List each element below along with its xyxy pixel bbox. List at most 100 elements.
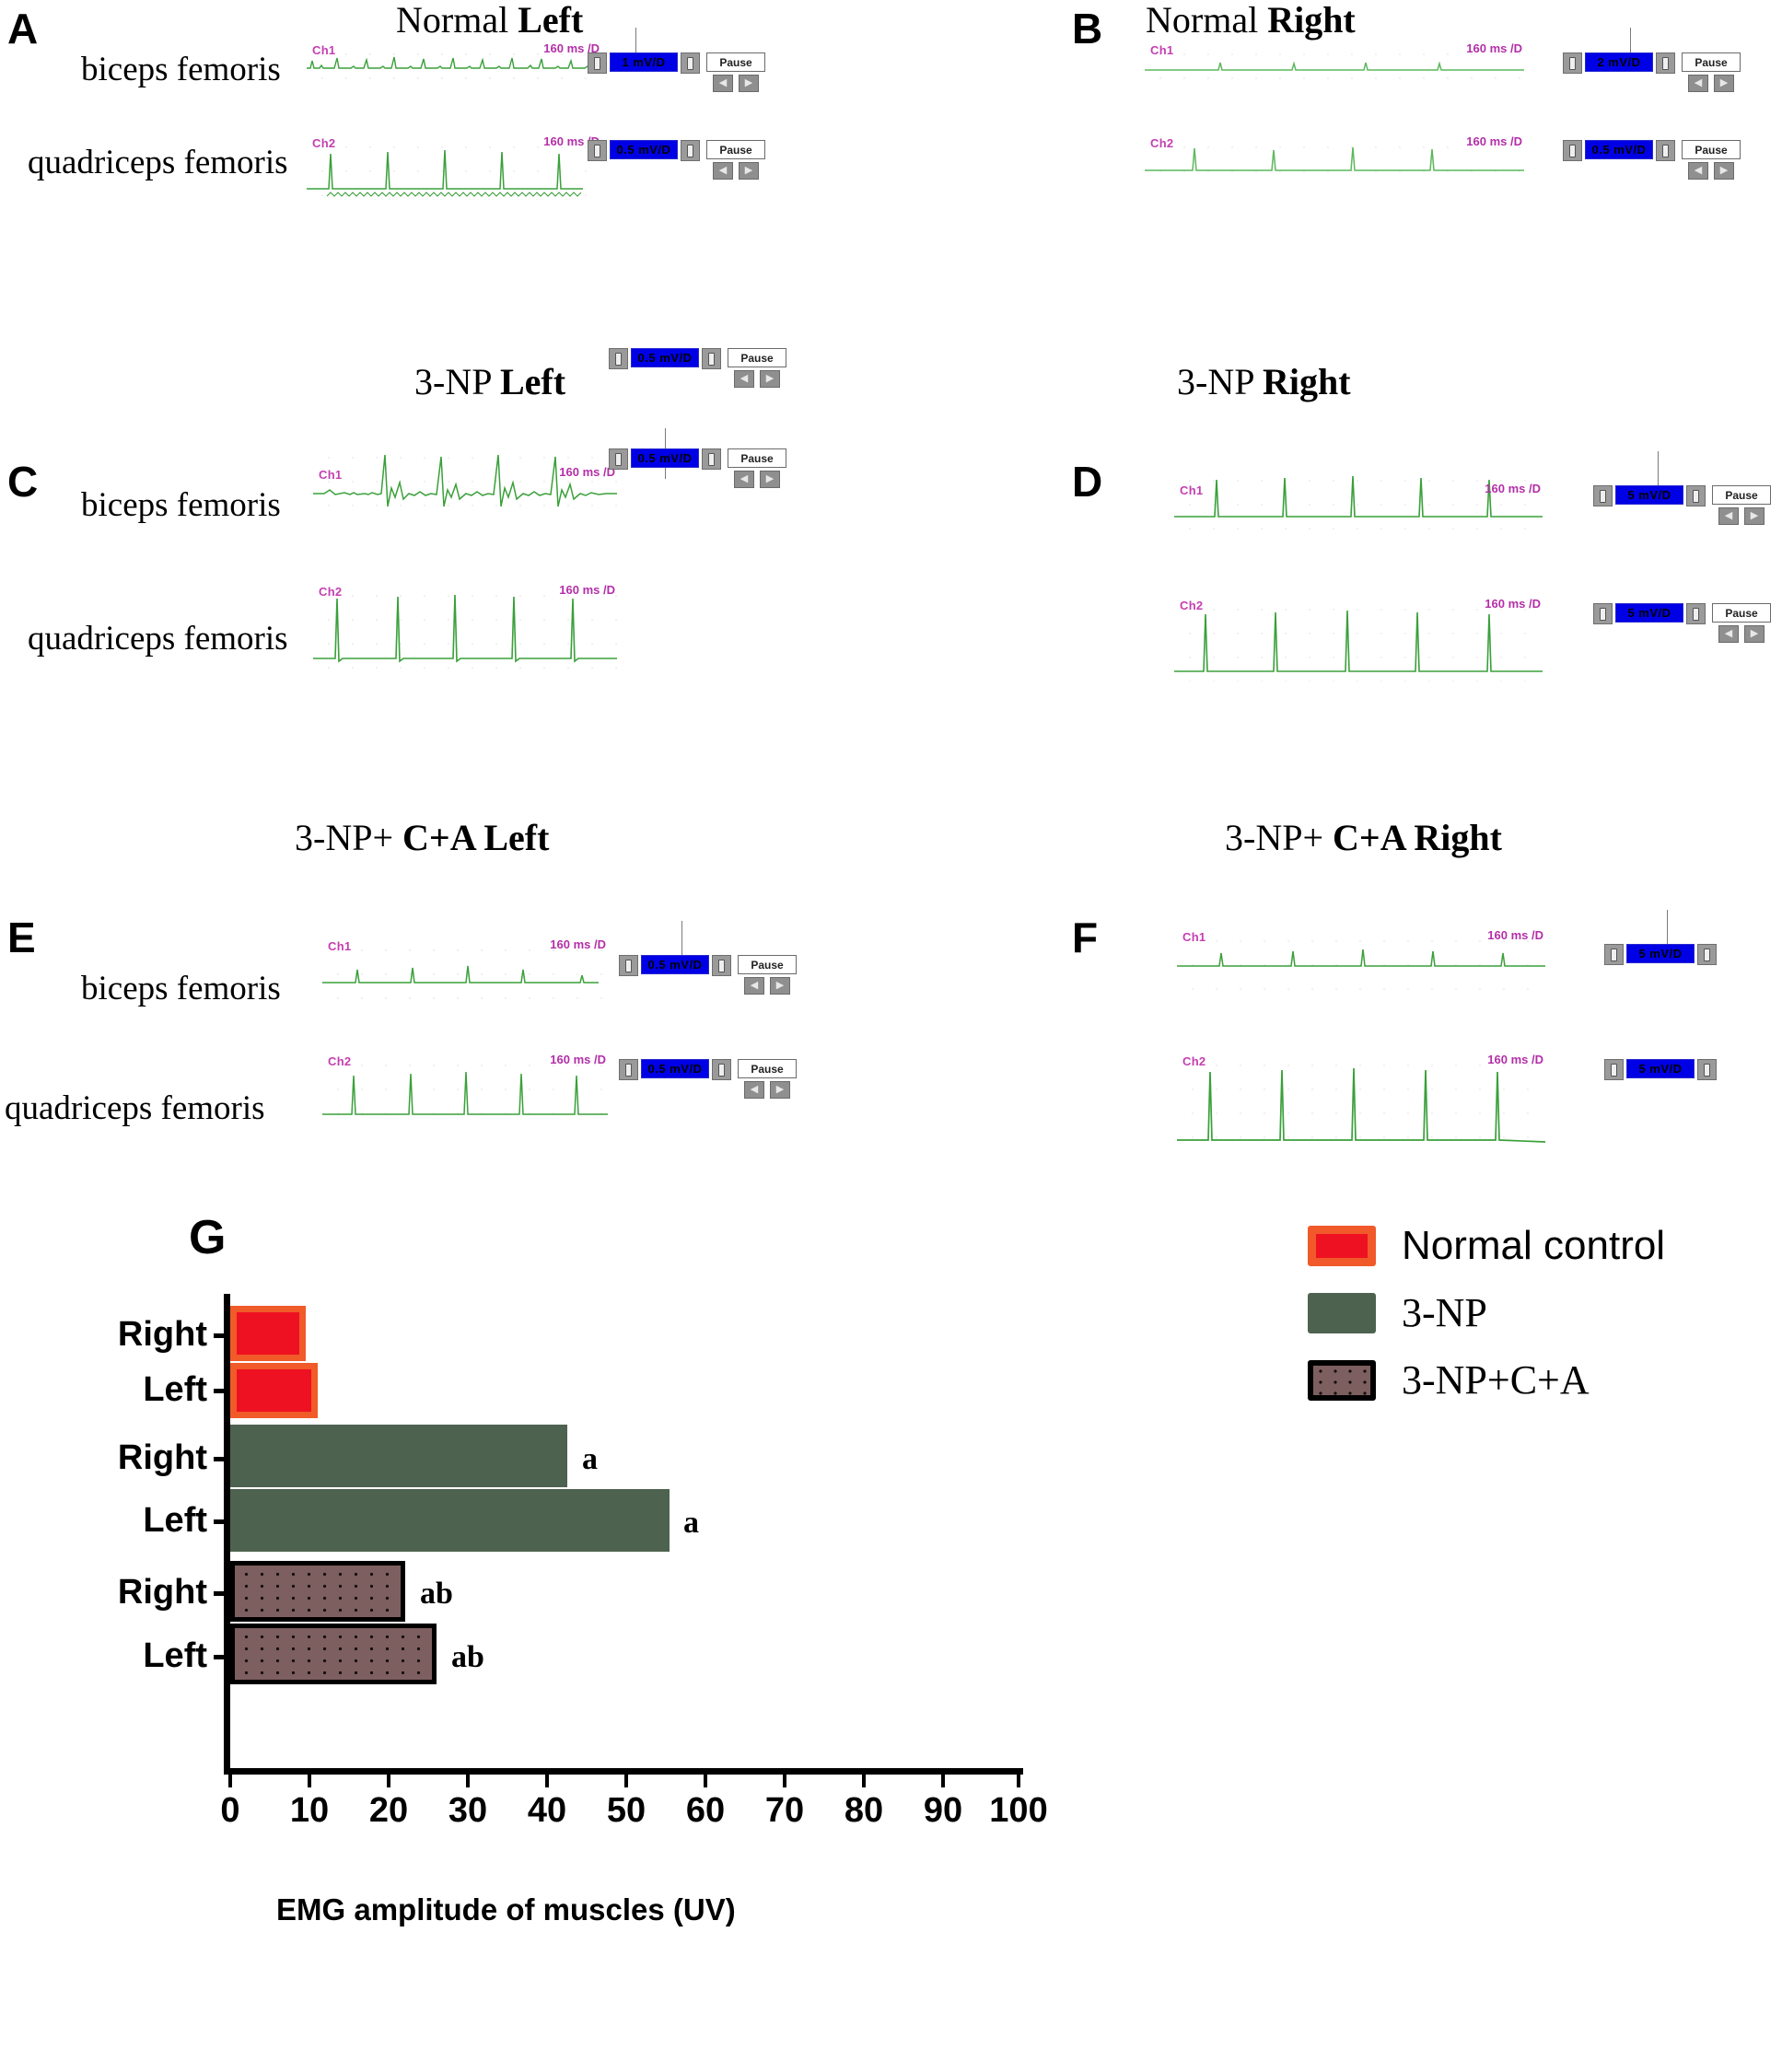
scroll-left-arrow-icon[interactable]: ◀ bbox=[744, 1081, 764, 1099]
gain-increase-button[interactable] bbox=[681, 52, 700, 74]
pause-button[interactable]: Pause bbox=[738, 955, 797, 974]
scroll-left-arrow-icon[interactable]: ◀ bbox=[734, 471, 754, 488]
x-tick-label: 30 bbox=[448, 1791, 488, 1830]
legend-item-3npca[interactable]: 3-NP+C+A bbox=[1308, 1356, 1665, 1403]
scroll-arrows[interactable]: ◀ ▶ bbox=[706, 162, 765, 180]
emg-trace-a-ch2: Ch2 160 ms /D bbox=[307, 132, 601, 201]
gain-decrease-button[interactable] bbox=[1563, 52, 1582, 74]
timebase-label: 160 ms /D bbox=[550, 937, 606, 951]
scroll-left-arrow-icon[interactable]: ◀ bbox=[1688, 75, 1708, 92]
scroll-arrows[interactable]: ◀ ▶ bbox=[728, 370, 786, 388]
emg-controls-a-ch2[interactable]: 0.5 mV/D Pause ◀ ▶ bbox=[588, 140, 765, 180]
legend-item-normal-control[interactable]: Normal control bbox=[1308, 1223, 1665, 1269]
gain-decrease-button[interactable] bbox=[1563, 140, 1582, 161]
scroll-left-arrow-icon[interactable]: ◀ bbox=[744, 977, 764, 995]
emg-controls-f-ch2[interactable]: 5 mV/D bbox=[1604, 1059, 1717, 1080]
scroll-right-arrow-icon[interactable]: ▶ bbox=[1744, 507, 1765, 525]
gain-increase-button[interactable] bbox=[712, 1059, 731, 1080]
scroll-arrows[interactable]: ◀ ▶ bbox=[1712, 507, 1771, 525]
scroll-left-arrow-icon[interactable]: ◀ bbox=[1718, 507, 1739, 525]
y-tick bbox=[214, 1591, 227, 1596]
pause-button[interactable]: Pause bbox=[1712, 603, 1771, 623]
gain-decrease-button[interactable] bbox=[588, 52, 607, 74]
pause-cluster[interactable]: Pause ◀ ▶ bbox=[1682, 52, 1741, 92]
gain-increase-button[interactable] bbox=[1656, 140, 1675, 161]
scroll-right-arrow-icon[interactable]: ▶ bbox=[739, 75, 759, 92]
scroll-arrows[interactable]: ◀ ▶ bbox=[728, 471, 786, 488]
scroll-left-arrow-icon[interactable]: ◀ bbox=[1718, 625, 1739, 643]
pause-button[interactable]: Pause bbox=[728, 448, 786, 468]
scroll-right-arrow-icon[interactable]: ▶ bbox=[760, 471, 780, 488]
scroll-arrows[interactable]: ◀ ▶ bbox=[1682, 162, 1741, 180]
pause-cluster[interactable]: Pause ◀ ▶ bbox=[728, 448, 786, 488]
pause-cluster[interactable]: Pause ◀ ▶ bbox=[1682, 140, 1741, 180]
pause-button[interactable]: Pause bbox=[1682, 140, 1741, 159]
pause-button[interactable]: Pause bbox=[706, 52, 765, 72]
gain-decrease-button[interactable] bbox=[1604, 1059, 1624, 1080]
gain-increase-button[interactable] bbox=[702, 348, 721, 369]
pause-cluster[interactable]: Pause ◀ ▶ bbox=[1712, 485, 1771, 525]
scroll-right-arrow-icon[interactable]: ▶ bbox=[1714, 75, 1734, 92]
gain-decrease-button[interactable] bbox=[619, 1059, 638, 1080]
emg-controls-c-ch1[interactable]: 0.5 mV/D Pause ◀ ▶ bbox=[609, 348, 786, 388]
scroll-left-arrow-icon[interactable]: ◀ bbox=[713, 75, 733, 92]
emg-controls-d-ch1[interactable]: 5 mV/D Pause ◀ ▶ bbox=[1593, 485, 1771, 525]
pause-cluster[interactable]: Pause ◀ ▶ bbox=[728, 348, 786, 388]
gain-increase-button[interactable] bbox=[1686, 485, 1706, 506]
gain-decrease-button[interactable] bbox=[619, 955, 638, 976]
gain-readout: 1 mV/D bbox=[610, 52, 678, 72]
gain-decrease-button[interactable] bbox=[588, 140, 607, 161]
emg-controls-c-ch2[interactable]: 0.5 mV/D Pause ◀ ▶ bbox=[609, 448, 786, 488]
emg-controls-b-ch2[interactable]: 0.5 mV/D Pause ◀ ▶ bbox=[1563, 140, 1741, 180]
scroll-right-arrow-icon[interactable]: ▶ bbox=[1744, 625, 1765, 643]
gain-increase-button[interactable] bbox=[1697, 944, 1717, 965]
x-tick-label: 0 bbox=[220, 1791, 240, 1830]
scroll-arrows[interactable]: ◀ ▶ bbox=[706, 75, 765, 92]
gain-decrease-button[interactable] bbox=[1604, 944, 1624, 965]
emg-controls-d-ch2[interactable]: 5 mV/D Pause ◀ ▶ bbox=[1593, 603, 1771, 643]
gain-decrease-button[interactable] bbox=[1593, 485, 1613, 506]
panel-title-c-bold: Left bbox=[499, 361, 566, 402]
scroll-arrows[interactable]: ◀ ▶ bbox=[1682, 75, 1741, 92]
panel-letter-a: A bbox=[7, 5, 39, 52]
scroll-right-arrow-icon[interactable]: ▶ bbox=[739, 162, 759, 180]
gain-increase-button[interactable] bbox=[702, 448, 721, 470]
emg-controls-b-ch1[interactable]: 2 mV/D Pause ◀ ▶ bbox=[1563, 52, 1741, 92]
scroll-arrows[interactable]: ◀ ▶ bbox=[738, 977, 797, 995]
pause-button[interactable]: Pause bbox=[1712, 485, 1771, 505]
emg-trace-f-ch1: Ch1 160 ms /D bbox=[1177, 925, 1545, 990]
pause-cluster[interactable]: Pause ◀ ▶ bbox=[1712, 603, 1771, 643]
scroll-arrows[interactable]: ◀ ▶ bbox=[738, 1081, 797, 1099]
scroll-left-arrow-icon[interactable]: ◀ bbox=[713, 162, 733, 180]
pause-cluster[interactable]: Pause ◀ ▶ bbox=[738, 955, 797, 995]
gain-increase-button[interactable] bbox=[1656, 52, 1675, 74]
gain-decrease-button[interactable] bbox=[609, 348, 628, 369]
gain-increase-button[interactable] bbox=[1686, 603, 1706, 624]
gain-increase-button[interactable] bbox=[1697, 1059, 1717, 1080]
scroll-arrows[interactable]: ◀ ▶ bbox=[1712, 625, 1771, 643]
emg-controls-a-ch1[interactable]: 1 mV/D Pause ◀ ▶ bbox=[588, 52, 765, 92]
scroll-right-arrow-icon[interactable]: ▶ bbox=[770, 1081, 790, 1099]
x-tick bbox=[862, 1775, 866, 1787]
scroll-right-arrow-icon[interactable]: ▶ bbox=[770, 977, 790, 995]
scroll-right-arrow-icon[interactable]: ▶ bbox=[760, 370, 780, 388]
pause-button[interactable]: Pause bbox=[706, 140, 765, 159]
gain-increase-button[interactable] bbox=[681, 140, 700, 161]
pause-cluster[interactable]: Pause ◀ ▶ bbox=[706, 52, 765, 92]
emg-controls-e-ch1[interactable]: 0.5 mV/D Pause ◀ ▶ bbox=[619, 955, 797, 995]
emg-controls-f-ch1[interactable]: 5 mV/D bbox=[1604, 944, 1717, 965]
gain-decrease-button[interactable] bbox=[609, 448, 628, 470]
pause-cluster[interactable]: Pause ◀ ▶ bbox=[738, 1059, 797, 1099]
pause-button[interactable]: Pause bbox=[728, 348, 786, 367]
scroll-left-arrow-icon[interactable]: ◀ bbox=[734, 370, 754, 388]
emg-controls-e-ch2[interactable]: 0.5 mV/D Pause ◀ ▶ bbox=[619, 1059, 797, 1099]
gain-increase-button[interactable] bbox=[712, 955, 731, 976]
gain-decrease-button[interactable] bbox=[1593, 603, 1613, 624]
legend-swatch-3np bbox=[1308, 1292, 1376, 1333]
legend-item-3np[interactable]: 3-NP bbox=[1308, 1289, 1665, 1336]
pause-button[interactable]: Pause bbox=[738, 1059, 797, 1078]
scroll-right-arrow-icon[interactable]: ▶ bbox=[1714, 162, 1734, 180]
pause-button[interactable]: Pause bbox=[1682, 52, 1741, 72]
scroll-left-arrow-icon[interactable]: ◀ bbox=[1688, 162, 1708, 180]
pause-cluster[interactable]: Pause ◀ ▶ bbox=[706, 140, 765, 180]
